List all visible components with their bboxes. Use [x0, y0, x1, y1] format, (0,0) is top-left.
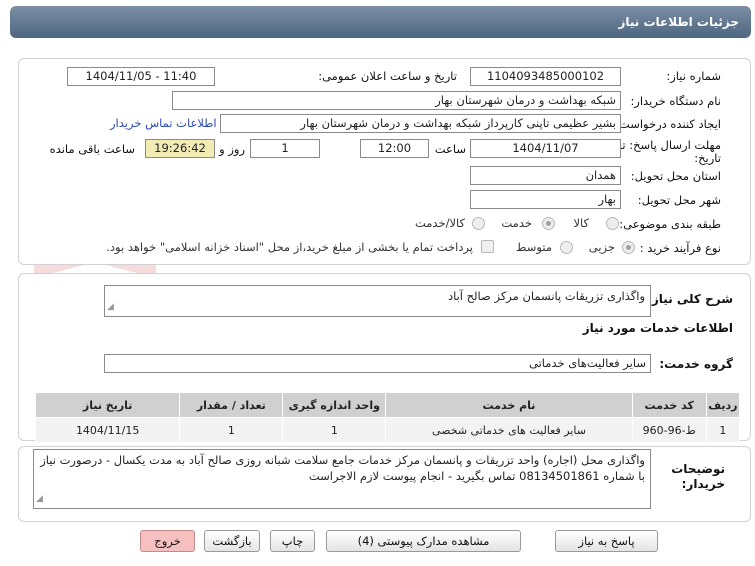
process-minor-radio[interactable]: [622, 241, 635, 254]
col-header-date: تاریخ نیاز: [34, 392, 181, 418]
description-label: شرح کلی نیاز:: [647, 292, 733, 306]
view-attachments-button[interactable]: مشاهده مدارک پیوستی (4): [326, 530, 521, 552]
resize-grip-icon: ◢: [107, 302, 114, 312]
deadline-label-date: تاریخ:: [694, 151, 721, 165]
service-group-label: گروه خدمت:: [659, 357, 733, 371]
cell-service-name: سایر فعالیت های خدماتی شخصی: [385, 417, 633, 443]
resize-grip-icon: ◢: [36, 494, 43, 504]
category-goods-service-radio[interactable]: [472, 217, 485, 230]
category-goods-label: کالا: [573, 216, 589, 230]
cell-quantity: 1: [179, 417, 284, 443]
description-field: واگذاری تزریقات پانسمان مرکز صالح آباد ◢: [104, 285, 651, 317]
col-header-code: کد خدمت: [631, 392, 707, 418]
treasury-payment-checkbox[interactable]: [481, 240, 494, 253]
services-section-title: اطلاعات خدمات مورد نیاز: [582, 321, 733, 335]
cell-need-date: 1404/11/15: [34, 417, 181, 443]
table-header-row: ردیف کد خدمت نام خدمت واحد اندازه گیری ت…: [34, 392, 741, 418]
remaining-time-field: 19:26:42: [145, 139, 215, 158]
table-row: 1 ط-96-960 سایر فعالیت های خدماتی شخصی 1…: [34, 417, 741, 443]
category-label: طبقه بندی موضوعی:: [619, 217, 721, 231]
process-medium-label: متوسط: [515, 240, 552, 254]
remaining-time-label: ساعت باقی مانده: [49, 142, 135, 156]
province-label: استان محل تحویل:: [630, 169, 721, 183]
city-label: شهر محل تحویل:: [637, 193, 721, 207]
announce-datetime-label: تاریخ و ساعت اعلان عمومی:: [318, 69, 457, 83]
creator-field: بشیر عظیمی تاپنی کارپرداز شبکه بهداشت و …: [220, 114, 621, 133]
buyer-notes-field: واگذاری محل (اجاره) واحد تزریقات و پانسم…: [33, 449, 651, 509]
reply-button[interactable]: پاسخ به نیاز: [555, 530, 658, 552]
back-button[interactable]: بازگشت: [204, 530, 260, 552]
creator-label: ایجاد کننده درخواست:: [615, 117, 721, 131]
buyer-contact-link[interactable]: اطلاعات تماس خریدار: [110, 116, 217, 130]
deadline-time-label: ساعت: [434, 142, 466, 156]
buyer-org-field: شبکه بهداشت و درمان شهرستان بهار: [172, 91, 621, 110]
cell-service-code: ط-96-960: [631, 417, 707, 443]
need-number-field: 1104093485000102: [470, 67, 621, 86]
need-number-label: شماره نیاز:: [666, 69, 721, 83]
announce-datetime-field: 1404/11/05 - 11:40: [67, 67, 215, 86]
buyer-notes-label: توضیحات: [671, 462, 725, 476]
process-minor-label: جزیی: [588, 240, 615, 254]
page-title: جزئیات اطلاعات نیاز: [10, 6, 751, 38]
remaining-days-field: 1: [250, 139, 320, 158]
province-field: همدان: [470, 166, 621, 185]
category-goods-service-label: کالا/خدمت: [414, 216, 465, 230]
buyer-notes-label-2: خریدار:: [681, 477, 725, 491]
description-text: واگذاری تزریقات پانسمان مرکز صالح آباد: [447, 289, 645, 303]
cell-row-number: 1: [705, 417, 741, 443]
deadline-time-field: 12:00: [360, 139, 429, 158]
deadline-date-field: 1404/11/07: [470, 139, 621, 158]
city-field: بهار: [470, 190, 621, 209]
services-table: ردیف کد خدمت نام خدمت واحد اندازه گیری ت…: [34, 392, 741, 443]
buyer-org-label: نام دستگاه خریدار:: [630, 94, 721, 108]
col-header-name: نام خدمت: [385, 392, 633, 418]
need-info-panel: [18, 58, 751, 265]
treasury-payment-note: پرداخت تمام یا بخشی از مبلغ خرید،از محل …: [106, 240, 473, 254]
exit-button[interactable]: خروج: [140, 530, 195, 552]
buyer-notes-text: واگذاری محل (اجاره) واحد تزریقات و پانسم…: [40, 453, 645, 483]
cell-unit: 1: [282, 417, 387, 443]
print-button[interactable]: چاپ: [270, 530, 315, 552]
col-header-unit: واحد اندازه گیری: [282, 392, 387, 418]
process-medium-radio[interactable]: [560, 241, 573, 254]
category-service-label: خدمت: [501, 216, 532, 230]
col-header-quantity: تعداد / مقدار: [179, 392, 284, 418]
days-label: روز و: [219, 142, 245, 156]
service-group-field: سایر فعالیت‌های خدماتی: [104, 354, 651, 373]
category-goods-radio[interactable]: [606, 217, 619, 230]
deadline-label: مهلت ارسال پاسخ: تا: [618, 138, 721, 152]
col-header-row: ردیف: [705, 392, 741, 418]
process-type-label: نوع فرآیند خرید :: [639, 241, 721, 255]
category-service-radio[interactable]: [542, 217, 555, 230]
